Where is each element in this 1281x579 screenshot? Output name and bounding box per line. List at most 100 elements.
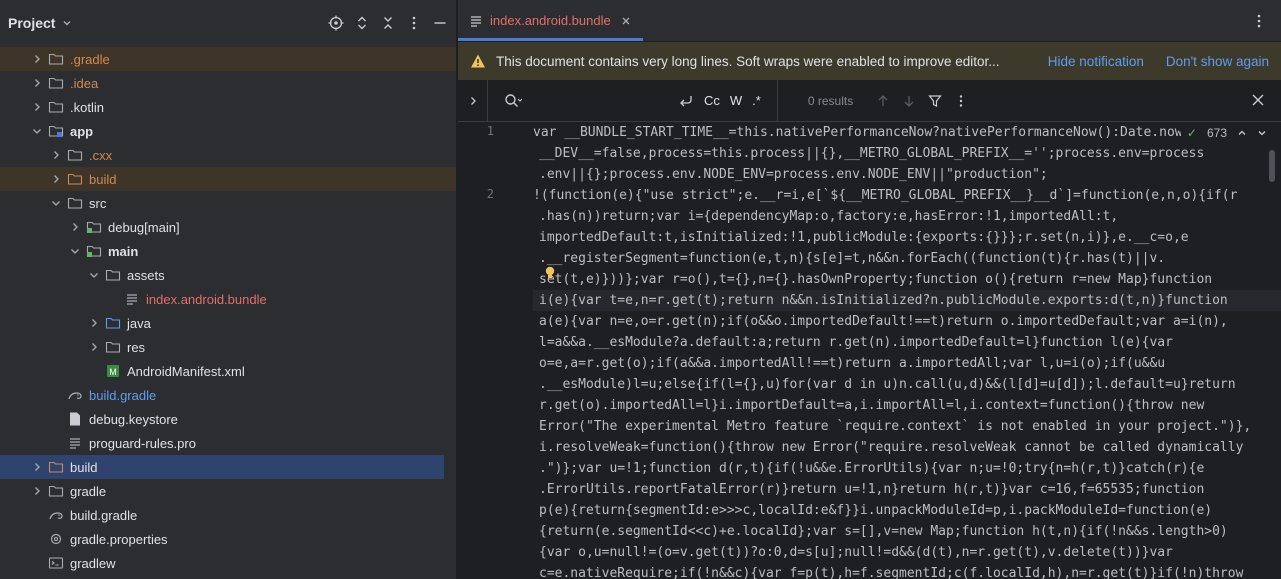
next-occurrence-icon[interactable] — [902, 94, 916, 108]
tree-node-proguard-rules-pro[interactable]: proguard-rules.pro — [0, 431, 456, 455]
new-line-icon[interactable] — [678, 93, 694, 109]
code-line[interactable]: Error("The experimental Metro feature `r… — [533, 416, 1281, 437]
code-line[interactable]: !(function(e){"use strict";e.__r=i,e[`${… — [533, 185, 1281, 206]
code-line[interactable]: .__registerSegment=function(e,t,n){s[e]=… — [533, 248, 1281, 269]
chevron-right-icon[interactable] — [68, 220, 82, 234]
tree-node-gradlew[interactable]: gradlew — [0, 551, 456, 575]
gradle-icon — [67, 387, 83, 403]
find-replace-toggle[interactable] — [458, 79, 488, 122]
chevron-right-icon[interactable] — [30, 76, 44, 90]
tree-node-androidmanifest-xml[interactable]: M AndroidManifest.xml — [0, 359, 456, 383]
chevron-down-icon[interactable] — [87, 268, 101, 282]
code-line[interactable]: importedDefault:t,isInitialized:!1,publi… — [533, 227, 1281, 248]
previous-occurrence-icon[interactable] — [876, 94, 890, 108]
code-editor[interactable]: 12 var __BUNDLE_START_TIME__=this.native… — [458, 122, 1281, 579]
search-icon[interactable] — [504, 93, 522, 109]
chevron-right-icon[interactable] — [30, 460, 44, 474]
code-line[interactable]: a(e){var n=e,o=r.get(n);if(o&&o.imported… — [533, 311, 1281, 332]
tree-node-java[interactable]: java — [0, 311, 456, 335]
dont-show-again-link[interactable]: Don't show again — [1166, 54, 1269, 69]
tree-node-index-android-bundle[interactable]: index.android.bundle — [0, 287, 456, 311]
code-line[interactable]: i(e){var t=e,n=r.get(t);return n&&n.isIn… — [533, 290, 1281, 311]
chevron-right-icon[interactable] — [87, 316, 101, 330]
tree-node-gradle[interactable]: gradle — [0, 479, 456, 503]
tree-node-src[interactable]: src — [0, 191, 456, 215]
code-line[interactable]: .env||{};process.env.NODE_ENV=process.en… — [533, 164, 1281, 185]
tree-node-debug[interactable]: debug [main] — [0, 215, 456, 239]
chevron-down-icon[interactable] — [1257, 128, 1267, 138]
tree-node-label: assets — [127, 267, 165, 283]
locate-icon[interactable] — [328, 15, 344, 31]
tree-node-label: idea — [73, 75, 99, 91]
tree-node-build-gradle[interactable]: build.gradle — [0, 503, 456, 527]
more-options-icon[interactable] — [406, 15, 422, 31]
tree-node-gradle[interactable]: . gradle — [0, 47, 456, 71]
chevron-right-icon[interactable] — [30, 52, 44, 66]
vertical-scrollbar[interactable] — [1269, 150, 1275, 182]
code-line[interactable]: __DEV__=false,process=this.process||{},_… — [533, 143, 1281, 164]
chevron-right-icon[interactable] — [87, 340, 101, 354]
tree-node-build[interactable]: build — [0, 167, 456, 191]
code-line[interactable]: l=a&&a.__esModule?a.default:a;return r.g… — [533, 332, 1281, 353]
code-line[interactable]: set(t,e)}))};var r=o(),t={},n={}.hasOwnP… — [533, 269, 1281, 290]
tree-node-idea[interactable]: . idea — [0, 71, 456, 95]
tree-node-build[interactable]: build — [0, 455, 444, 479]
hide-notification-link[interactable]: Hide notification — [1048, 54, 1144, 69]
chevron-down-icon[interactable] — [68, 244, 82, 258]
tree-node-app[interactable]: app — [0, 119, 456, 143]
chevron-right-icon[interactable] — [30, 100, 44, 114]
code-line[interactable]: r.get(o).importedAll=l}i.importDefault=a… — [533, 395, 1281, 416]
chevron-right-icon[interactable] — [49, 172, 63, 186]
terminal-file-icon — [48, 555, 64, 571]
notification-text: This document contains very long lines. … — [496, 53, 1000, 69]
whole-words-toggle[interactable]: W — [730, 93, 742, 108]
tree-node-res[interactable]: res — [0, 335, 456, 359]
chevron-right-icon[interactable] — [30, 484, 44, 498]
code-line[interactable]: i.resolveWeak=function(){throw new Error… — [533, 437, 1281, 458]
collapse-all-icon[interactable] — [380, 15, 396, 31]
tab-index-android-bundle[interactable]: index.android.bundle — [458, 0, 643, 41]
inspection-widget[interactable]: ✓ 673 — [1180, 126, 1267, 140]
tree-node-label: gradlew — [70, 555, 116, 571]
close-find-icon[interactable] — [1251, 93, 1265, 107]
tab-more-options-icon[interactable] — [1251, 13, 1267, 29]
chevron-down-icon[interactable] — [61, 17, 73, 29]
code-line[interactable]: .ErrorUtils.reportFatalError(r)}return u… — [533, 479, 1281, 500]
chevron-right-icon[interactable] — [49, 148, 63, 162]
find-input[interactable] — [522, 93, 662, 108]
code-line[interactable]: var __BUNDLE_START_TIME__=this.nativePer… — [533, 122, 1281, 143]
code-content[interactable]: var __BUNDLE_START_TIME__=this.nativePer… — [533, 122, 1281, 579]
code-line[interactable]: {return(e.segmentId<<c)+e.localId};var s… — [533, 521, 1281, 542]
project-panel-title[interactable]: Project — [8, 15, 55, 31]
expand-all-icon[interactable] — [354, 15, 370, 31]
tree-node-build-gradle[interactable]: build.gradle — [0, 383, 456, 407]
tree-node-debug-keystore[interactable]: debug.keystore — [0, 407, 456, 431]
tree-node-label: build — [89, 171, 117, 187]
code-line[interactable]: p(e){return{segmentId:e>>>c,localId:e&f}… — [533, 500, 1281, 521]
chevron-down-icon[interactable] — [49, 196, 63, 210]
code-line-text: c=e.nativeRequire;if(!n&&c){var f=p(t),h… — [539, 566, 1244, 579]
minimize-icon[interactable] — [432, 15, 448, 31]
tree-node-label: index.android.bundle — [146, 291, 267, 307]
regex-toggle[interactable]: .* — [752, 93, 761, 108]
close-icon[interactable] — [621, 16, 631, 26]
tree-node-cxx[interactable]: . cxx — [0, 143, 456, 167]
chevron-up-icon[interactable] — [1237, 128, 1247, 138]
code-line-text: .__registerSegment=function(e,t,n){s[e]=… — [539, 251, 1166, 266]
code-line[interactable]: o=e,a=r.get(o);if(a&&a.importedAll!==t)r… — [533, 353, 1281, 374]
tree-node-assets[interactable]: assets — [0, 263, 456, 287]
code-line[interactable]: .__esModule)l=u;else{if(l={},u)for(var d… — [533, 374, 1281, 395]
lightbulb-icon[interactable] — [544, 266, 556, 280]
tree-node-gradle-properties[interactable]: gradle.properties — [0, 527, 456, 551]
text-file-icon — [124, 291, 140, 307]
match-case-toggle[interactable]: Cc — [704, 93, 720, 108]
filter-icon[interactable] — [928, 94, 942, 108]
code-line[interactable]: c=e.nativeRequire;if(!n&&c){var f=p(t),h… — [533, 563, 1281, 579]
tree-node-kotlin[interactable]: . kotlin — [0, 95, 456, 119]
code-line[interactable]: .has(n))return;var i={dependencyMap:o,fa… — [533, 206, 1281, 227]
chevron-down-icon[interactable] — [30, 124, 44, 138]
tree-node-main[interactable]: main — [0, 239, 456, 263]
find-more-options-icon[interactable] — [954, 94, 968, 108]
code-line[interactable]: {var o,u=null!=(o=v.get(t))?o:0,d=s[u];n… — [533, 542, 1281, 563]
code-line[interactable]: .")};var u=!1;function d(r,t){if(!u&&e.E… — [533, 458, 1281, 479]
